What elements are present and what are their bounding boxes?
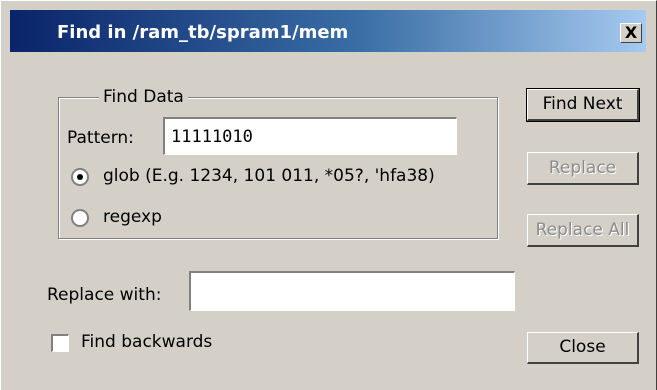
close-button[interactable]: Close [527, 332, 639, 364]
glob-radio-label: glob (E.g. 1234, 101 011, *05?, 'hfa38) [103, 166, 435, 186]
close-icon[interactable]: X [620, 23, 642, 43]
pattern-label: Pattern: [67, 128, 134, 148]
find-next-button[interactable]: Find Next [526, 88, 640, 122]
replace-with-label: Replace with: [47, 285, 162, 305]
replace-with-input[interactable] [189, 271, 515, 311]
regexp-radio-label: regexp [103, 207, 162, 227]
window-title: Find in /ram_tb/spram1/mem [57, 22, 349, 43]
replace-all-button[interactable]: Replace All [527, 214, 639, 247]
glob-radio[interactable] [71, 168, 89, 186]
replace-button[interactable]: Replace [527, 152, 639, 185]
find-dialog: Find in /ram_tb/spram1/mem X Find Data P… [0, 0, 657, 390]
find-data-legend: Find Data [99, 87, 188, 107]
title-bar[interactable]: Find in /ram_tb/spram1/mem X [10, 10, 646, 52]
regexp-radio[interactable] [71, 209, 89, 227]
find-backwards-label: Find backwards [81, 332, 213, 352]
find-backwards-checkbox[interactable] [51, 334, 69, 352]
pattern-input[interactable] [163, 117, 457, 155]
